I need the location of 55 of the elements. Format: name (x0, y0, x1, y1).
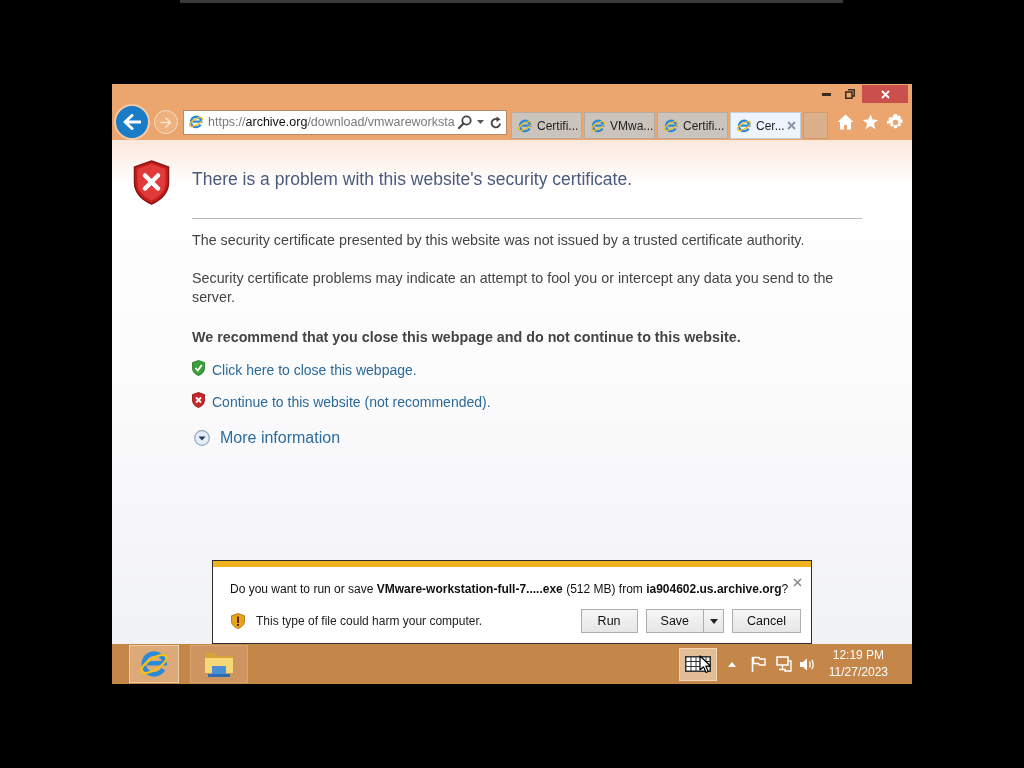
refresh-icon[interactable] (490, 115, 502, 129)
folder-icon (203, 650, 235, 678)
paragraph: Security certificate problems may indicate an attempt to fool you or intercept any data you send to the server. (192, 269, 835, 307)
url-text: https://archive.org/download/vmwareworksta (208, 113, 455, 131)
search-icon[interactable] (458, 115, 472, 129)
tab[interactable]: VMwa... (584, 112, 655, 139)
shield-warning-icon (231, 613, 245, 629)
expand-toggle-icon[interactable] (194, 430, 210, 446)
close-button[interactable] (862, 85, 908, 103)
chevron-up-icon[interactable] (727, 661, 736, 667)
settings-icon[interactable] (887, 113, 904, 131)
download-prompt-text: Do you want to run or save VMware-workstation-full-7.....exe (512 MB) from ia904602.us.archive.org? (230, 581, 790, 597)
star-icon[interactable] (862, 114, 879, 130)
browser-icon (138, 648, 170, 680)
back-arrow-icon (123, 114, 141, 130)
tab[interactable]: Certifi... (511, 112, 582, 139)
button[interactable]: Cancel (732, 609, 801, 633)
dropdown-caret-icon[interactable] (477, 120, 484, 124)
flag-icon[interactable] (750, 656, 766, 672)
split-button[interactable]: Save (645, 609, 705, 633)
mouse-cursor-icon (698, 654, 711, 674)
home-icon[interactable] (837, 114, 854, 130)
browser-icon (188, 114, 204, 130)
browser-icon (663, 117, 679, 134)
browser-taskbar-button[interactable] (129, 645, 179, 683)
tab[interactable]: Cer... (730, 112, 801, 139)
shield-x-icon (192, 392, 205, 408)
link[interactable]: Click here to close this webpage. (212, 360, 417, 380)
close-icon (880, 89, 890, 99)
more-information-link[interactable]: More information (220, 427, 341, 449)
address-bar[interactable]: https://archive.org/download/vmwareworksta (183, 109, 507, 135)
link[interactable]: Continue to this website (not recommended). (212, 392, 491, 412)
browser-icon (517, 117, 533, 134)
paragraph: The security certificate presented by this website was not issued by a trusted certificate authority. (192, 231, 806, 250)
warning-text: This type of file could harm your computer. (256, 613, 483, 629)
close-bar-icon[interactable] (793, 578, 802, 587)
button[interactable]: Run (580, 609, 638, 633)
caret-icon (709, 618, 718, 624)
heading: There is a problem with this website's security certificate. (192, 168, 634, 191)
shield-check-icon (192, 360, 205, 376)
close-tab-icon[interactable] (787, 121, 796, 130)
back-button[interactable] (114, 104, 150, 140)
shield-error-icon (133, 160, 170, 205)
forward-arrow-icon (160, 116, 172, 128)
dropdown-button[interactable] (704, 609, 725, 633)
restore-icon (845, 89, 855, 99)
network-icon[interactable] (775, 656, 792, 672)
touch-keyboard-button[interactable] (678, 647, 717, 681)
tab[interactable]: Certifi... (657, 112, 728, 139)
folder-taskbar-button[interactable] (190, 645, 248, 683)
browser-icon (736, 117, 752, 134)
browser-icon (590, 117, 606, 134)
recommendation-text: We recommend that you close this webpage and do not continue to this website. (192, 328, 742, 347)
minimize-icon (821, 92, 831, 96)
speaker-icon[interactable] (798, 656, 815, 672)
